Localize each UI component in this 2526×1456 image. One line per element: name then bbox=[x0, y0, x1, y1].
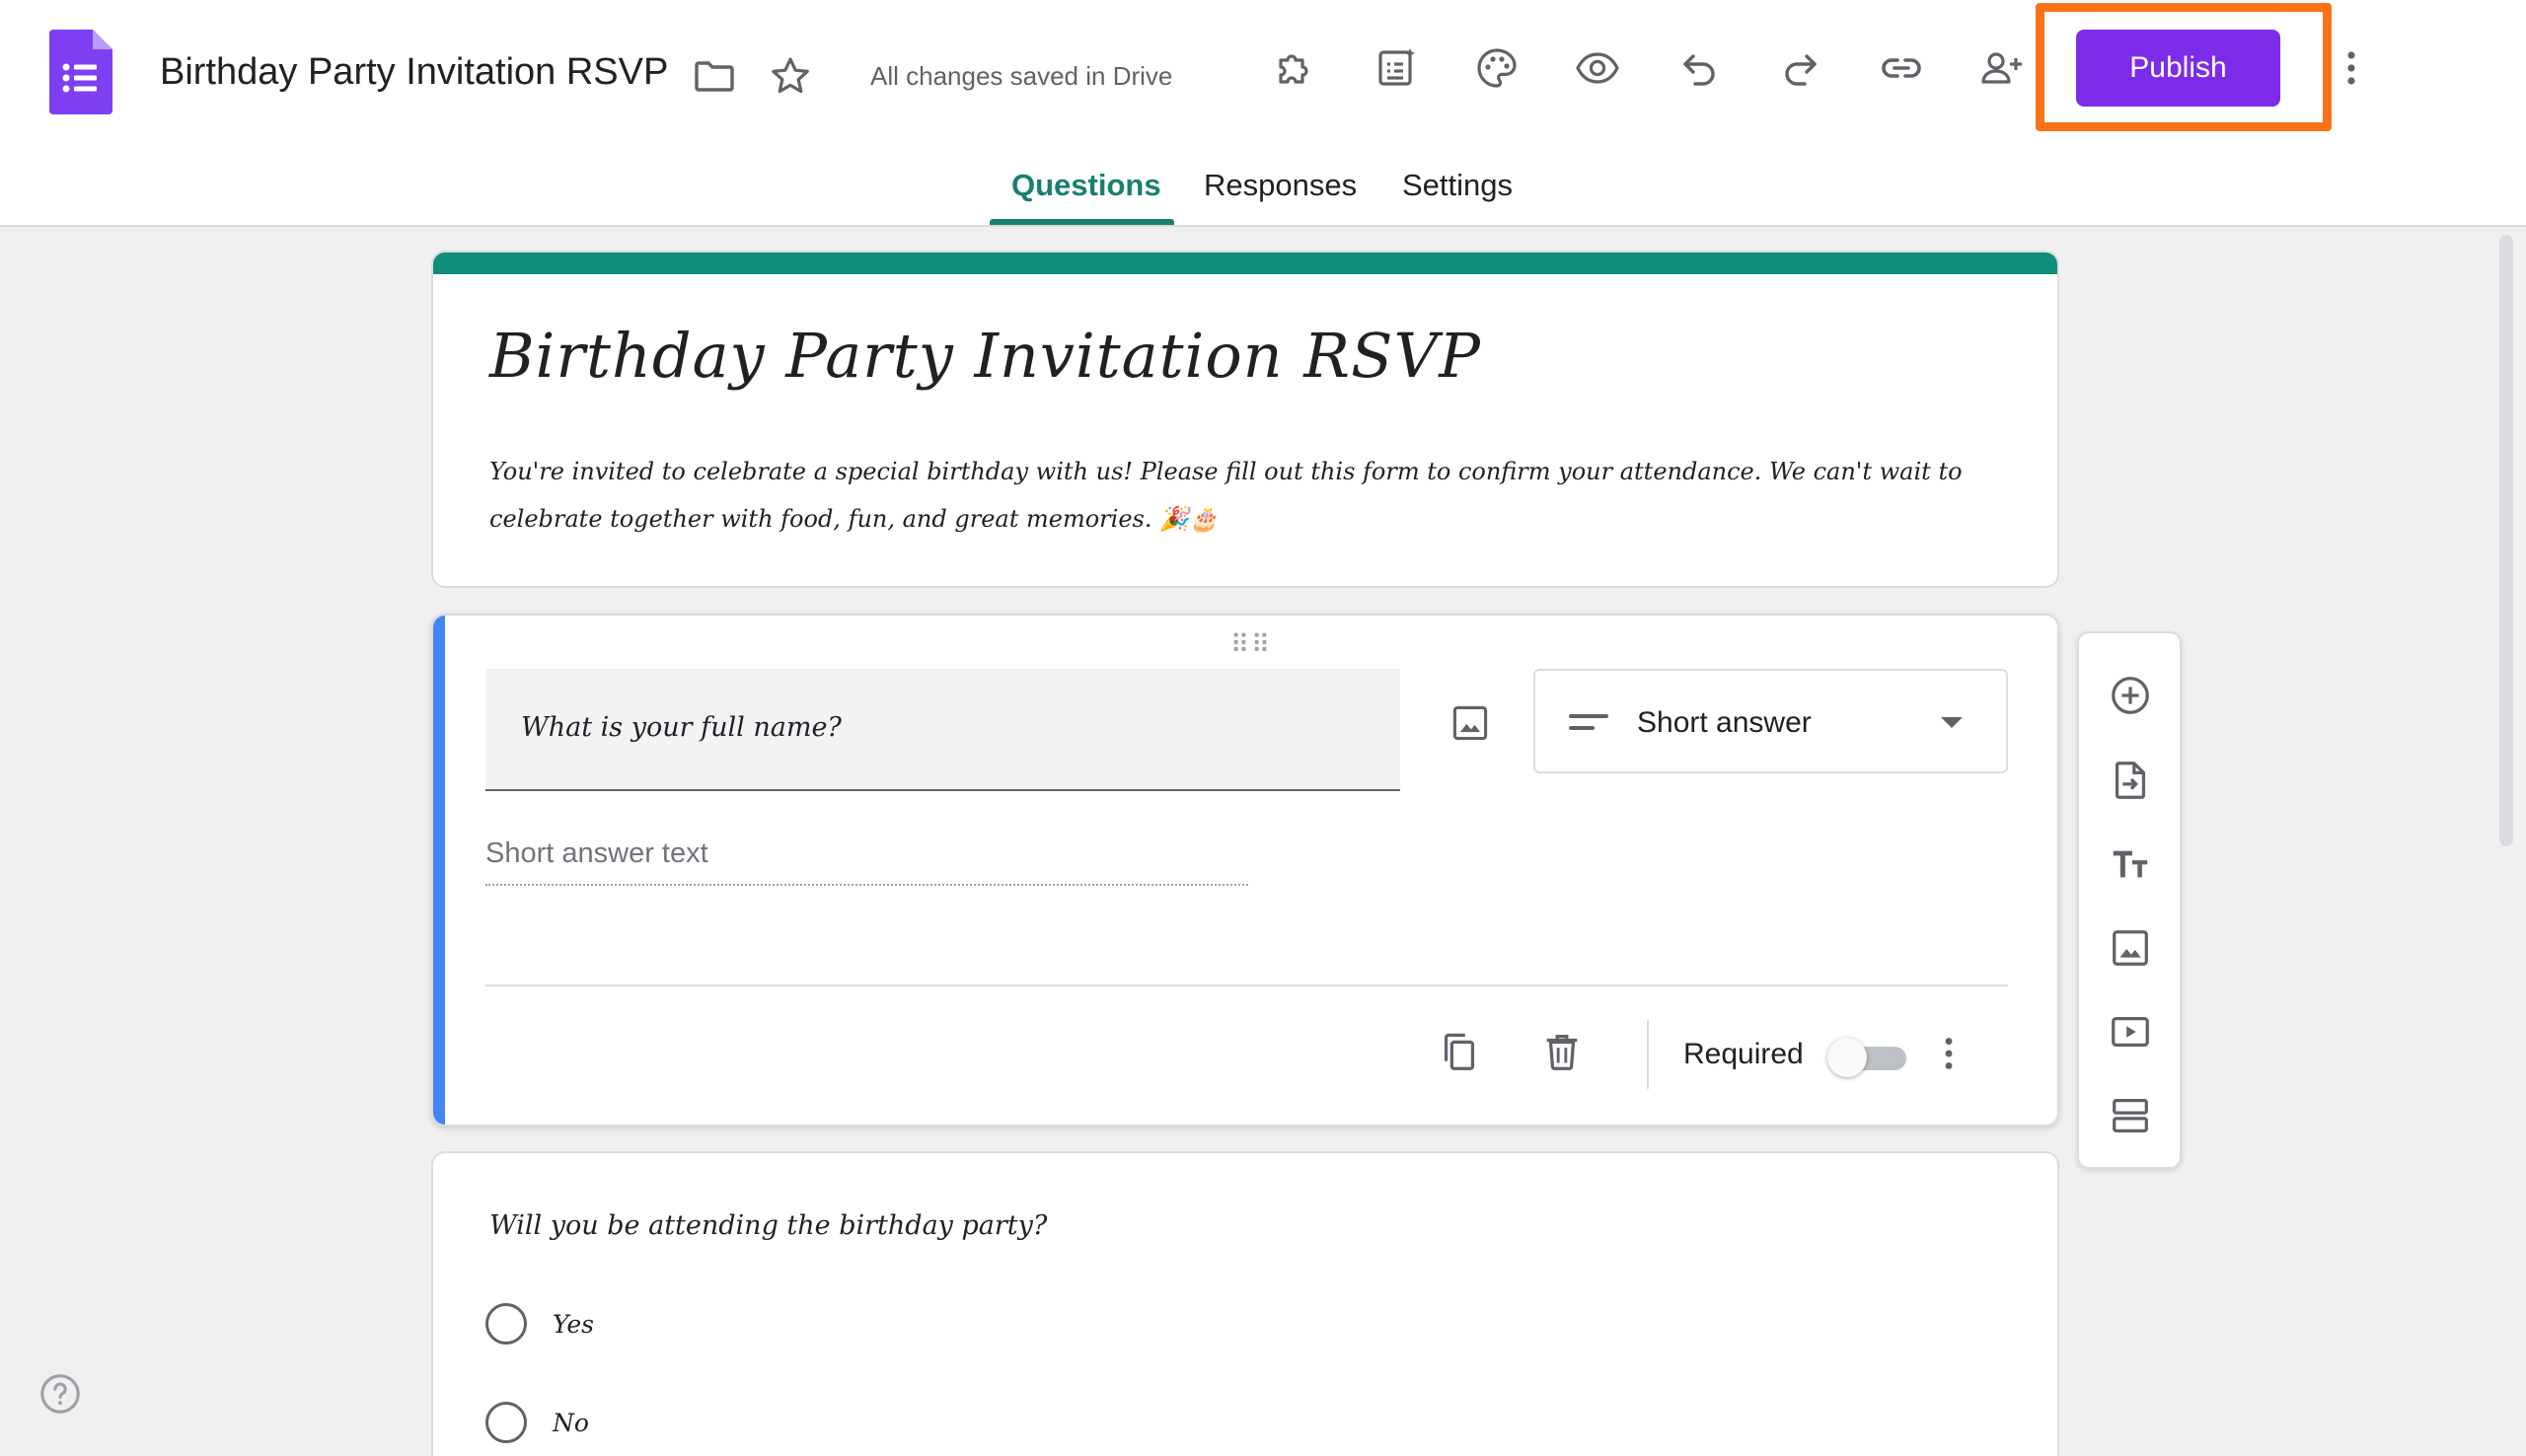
form-title[interactable]: Birthday Party Invitation RSVP bbox=[489, 320, 1481, 392]
tab-settings[interactable]: Settings bbox=[1402, 168, 1513, 203]
radio-option-no[interactable]: No bbox=[485, 1402, 589, 1443]
card-footer-divider bbox=[485, 984, 2008, 986]
answer-underline bbox=[485, 884, 1248, 886]
folder-icon[interactable] bbox=[686, 47, 743, 105]
short-answer-icon bbox=[1569, 714, 1608, 738]
star-icon[interactable] bbox=[762, 47, 819, 105]
palette-icon[interactable] bbox=[1468, 39, 1525, 97]
add-title-icon[interactable] bbox=[2102, 836, 2159, 893]
question-type-select[interactable]: Short answer bbox=[1533, 669, 2008, 773]
more-vert-icon[interactable] bbox=[2323, 39, 2380, 97]
import-questions-icon[interactable] bbox=[2102, 752, 2159, 809]
required-toggle[interactable] bbox=[1827, 1038, 1906, 1077]
help-icon[interactable] bbox=[37, 1371, 83, 1417]
active-tab-indicator bbox=[990, 219, 1174, 225]
footer-divider bbox=[1647, 1020, 1649, 1089]
floating-toolbar bbox=[2077, 631, 2182, 1169]
form-sparkle-icon[interactable] bbox=[1368, 39, 1425, 97]
add-video-icon[interactable] bbox=[2102, 1003, 2159, 1060]
document-title[interactable]: Birthday Party Invitation RSVP bbox=[160, 51, 668, 94]
undo-icon[interactable] bbox=[1671, 39, 1728, 97]
radio-button[interactable] bbox=[485, 1303, 527, 1345]
tab-responses[interactable]: Responses bbox=[1204, 168, 1357, 203]
question-title-input[interactable]: What is your full name? bbox=[485, 669, 1400, 791]
delete-icon[interactable] bbox=[1532, 1022, 1592, 1081]
forms-logo-icon[interactable] bbox=[49, 30, 112, 114]
drag-handle-icon[interactable]: ⠿⠿ bbox=[1230, 629, 1272, 660]
scrollbar[interactable] bbox=[2499, 235, 2513, 846]
redo-icon[interactable] bbox=[1772, 39, 1829, 97]
app-header: Birthday Party Invitation RSVP All chang… bbox=[0, 0, 2526, 227]
addon-puzzle-icon[interactable] bbox=[1266, 39, 1323, 97]
radio-button[interactable] bbox=[485, 1402, 527, 1443]
duplicate-icon[interactable] bbox=[1430, 1022, 1489, 1081]
toggle-knob bbox=[1827, 1038, 1867, 1077]
add-question-icon[interactable] bbox=[2102, 667, 2159, 724]
question-card[interactable]: Will you be attending the birthday party… bbox=[431, 1151, 2059, 1456]
tab-questions[interactable]: Questions bbox=[1011, 168, 1161, 203]
save-status: All changes saved in Drive bbox=[870, 61, 1173, 91]
preview-eye-icon[interactable] bbox=[1569, 39, 1626, 97]
link-icon[interactable] bbox=[1873, 39, 1930, 97]
publish-button[interactable]: Publish bbox=[2076, 30, 2280, 107]
add-image-icon[interactable] bbox=[1440, 692, 1501, 754]
question-card-active[interactable]: ⠿⠿ What is your full name? Short answer … bbox=[431, 614, 2059, 1127]
option-label: Yes bbox=[553, 1309, 594, 1339]
required-label: Required bbox=[1683, 1038, 1804, 1070]
radio-option-yes[interactable]: Yes bbox=[485, 1303, 594, 1345]
theme-accent-bar bbox=[433, 253, 2057, 274]
add-image-icon[interactable] bbox=[2102, 919, 2159, 977]
form-title-card[interactable]: Birthday Party Invitation RSVP You're in… bbox=[431, 251, 2059, 588]
more-options-icon[interactable] bbox=[1919, 1024, 1978, 1083]
short-answer-placeholder: Short answer text bbox=[485, 837, 708, 869]
active-question-indicator bbox=[433, 616, 445, 1125]
option-label: No bbox=[553, 1408, 589, 1437]
add-collaborator-icon[interactable] bbox=[1973, 39, 2031, 97]
question-title: Will you be attending the birthday party… bbox=[489, 1210, 1048, 1241]
form-description[interactable]: You're invited to celebrate a special bi… bbox=[489, 448, 2019, 543]
question-title-text: What is your full name? bbox=[521, 712, 842, 743]
add-section-icon[interactable] bbox=[2102, 1087, 2159, 1144]
question-type-label: Short answer bbox=[1637, 706, 1812, 739]
chevron-down-icon bbox=[1941, 717, 1963, 728]
